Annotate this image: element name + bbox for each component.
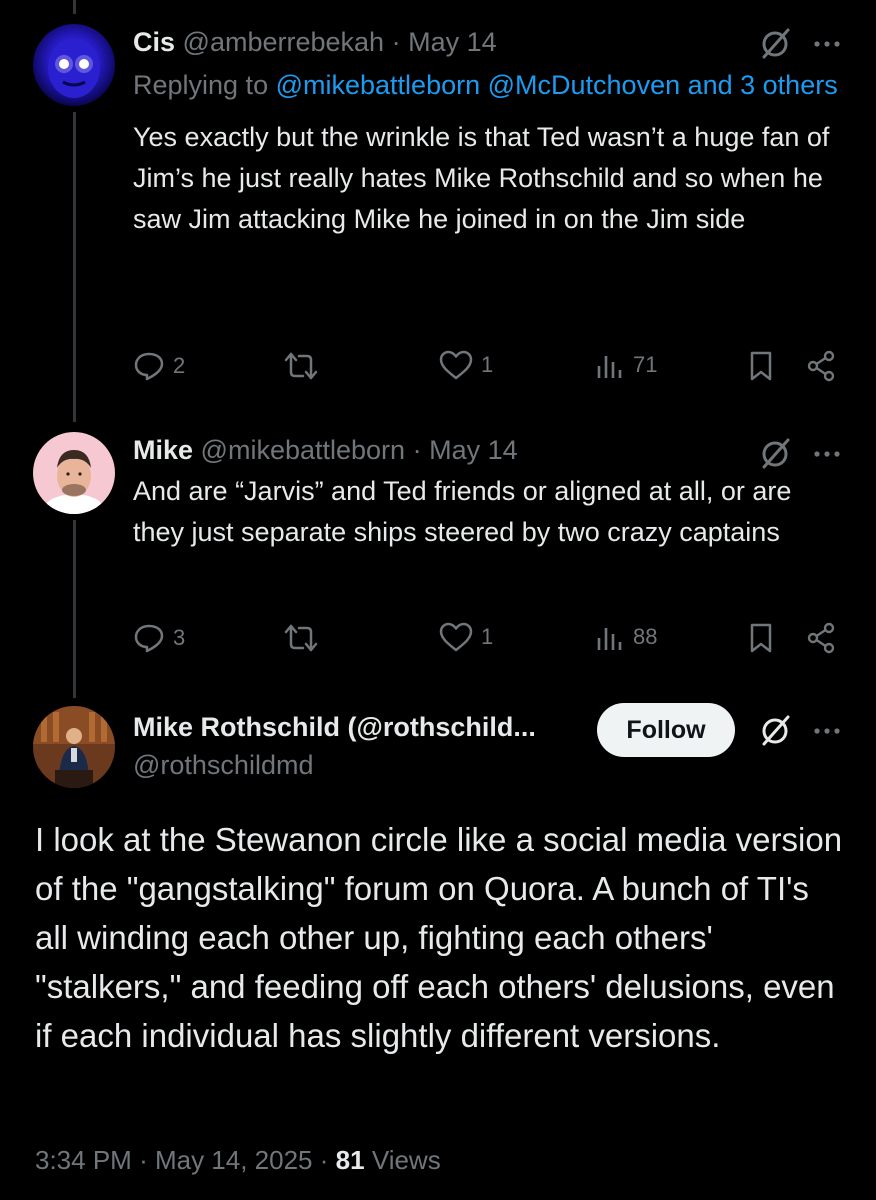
separator: · bbox=[412, 435, 422, 465]
tweet-text: Yes exactly but the wrinkle is that Ted … bbox=[133, 122, 830, 234]
reply-count: 2 bbox=[173, 353, 186, 378]
more-dots-icon[interactable] bbox=[814, 40, 840, 48]
retweet-icon bbox=[283, 350, 319, 382]
like-button[interactable]: 1 bbox=[439, 350, 493, 380]
bookmark-button[interactable] bbox=[747, 622, 775, 654]
views-icon bbox=[595, 622, 625, 652]
user-handle-line: @rothschildmd bbox=[133, 748, 840, 782]
views-count: 71 bbox=[633, 352, 658, 377]
retweet-button[interactable] bbox=[283, 350, 327, 382]
bookmark-icon bbox=[747, 350, 775, 382]
retweet-icon bbox=[283, 622, 319, 654]
like-count: 1 bbox=[481, 352, 494, 377]
share-icon bbox=[805, 622, 837, 654]
separator: · bbox=[391, 27, 401, 57]
like-count: 1 bbox=[481, 624, 494, 649]
reply-button[interactable]: 2 bbox=[133, 350, 185, 382]
tweet-full-date[interactable]: May 14, 2025 bbox=[155, 1145, 313, 1175]
avatar[interactable] bbox=[33, 706, 115, 788]
replying-prefix: Replying to bbox=[133, 70, 269, 100]
reply-button[interactable]: 3 bbox=[133, 622, 185, 654]
grok-icon[interactable] bbox=[758, 714, 792, 748]
views-label: Views bbox=[371, 1145, 441, 1175]
tweet-meta: 3:34 PM · May 14, 2025 · 81 Views bbox=[35, 1145, 441, 1176]
follow-button[interactable]: Follow bbox=[597, 703, 735, 757]
reply-icon bbox=[133, 622, 165, 654]
grok-icon[interactable] bbox=[758, 437, 792, 471]
tweet-date[interactable]: May 14 bbox=[408, 27, 497, 57]
heart-icon bbox=[439, 622, 473, 652]
tweet-text: And are “Jarvis” and Ted friends or alig… bbox=[133, 476, 792, 547]
share-icon bbox=[805, 350, 837, 382]
action-bar: 2 1 71 bbox=[133, 350, 840, 390]
grok-icon[interactable] bbox=[758, 27, 792, 61]
tweet-header: Mike @mikebattleborn · May 14 bbox=[133, 433, 840, 467]
bookmark-icon bbox=[747, 622, 775, 654]
user-handle[interactable]: @mikebattleborn bbox=[201, 435, 406, 465]
tweet-header: Cis @amberrebekah · May 14 bbox=[133, 25, 840, 59]
display-name[interactable]: Cis bbox=[133, 27, 175, 57]
reply-tweet-2[interactable]: Mike @mikebattleborn · May 14 And are “J… bbox=[0, 420, 876, 700]
views-icon bbox=[595, 350, 625, 380]
like-button[interactable]: 1 bbox=[439, 622, 493, 652]
action-bar: 3 1 88 bbox=[133, 622, 840, 662]
views-count: 88 bbox=[633, 624, 658, 649]
display-name[interactable]: Mike bbox=[133, 435, 193, 465]
more-dots-icon[interactable] bbox=[814, 727, 840, 735]
main-tweet-text: I look at the Stewanon circle like a soc… bbox=[35, 821, 843, 1054]
replying-mentions[interactable]: @mikebattleborn @McDutchoven and 3 other… bbox=[276, 70, 838, 100]
display-name[interactable]: Mike Rothschild (@rothschild... bbox=[133, 712, 536, 742]
views-button[interactable]: 71 bbox=[595, 350, 657, 380]
separator: · bbox=[319, 1145, 329, 1175]
reply-tweet-1[interactable]: Cis @amberrebekah · May 14 Replying to @… bbox=[0, 0, 876, 420]
replying-to: Replying to @mikebattleborn @McDutchoven… bbox=[133, 63, 840, 107]
bookmark-button[interactable] bbox=[747, 350, 775, 382]
heart-icon bbox=[439, 350, 473, 380]
user-handle[interactable]: @amberrebekah bbox=[183, 27, 385, 57]
retweet-button[interactable] bbox=[283, 622, 327, 654]
avatar[interactable] bbox=[33, 24, 115, 106]
separator: · bbox=[139, 1145, 148, 1175]
share-button[interactable] bbox=[805, 350, 837, 382]
more-dots-icon[interactable] bbox=[814, 450, 840, 458]
avatar[interactable] bbox=[33, 432, 115, 514]
reply-count: 3 bbox=[173, 625, 186, 650]
user-handle[interactable]: @rothschildmd bbox=[133, 750, 313, 780]
total-views-count: 81 bbox=[335, 1145, 365, 1175]
views-button[interactable]: 88 bbox=[595, 622, 657, 652]
tweet-date[interactable]: May 14 bbox=[429, 435, 518, 465]
tweet-time[interactable]: 3:34 PM bbox=[35, 1145, 132, 1175]
reply-icon bbox=[133, 350, 165, 382]
share-button[interactable] bbox=[805, 622, 837, 654]
